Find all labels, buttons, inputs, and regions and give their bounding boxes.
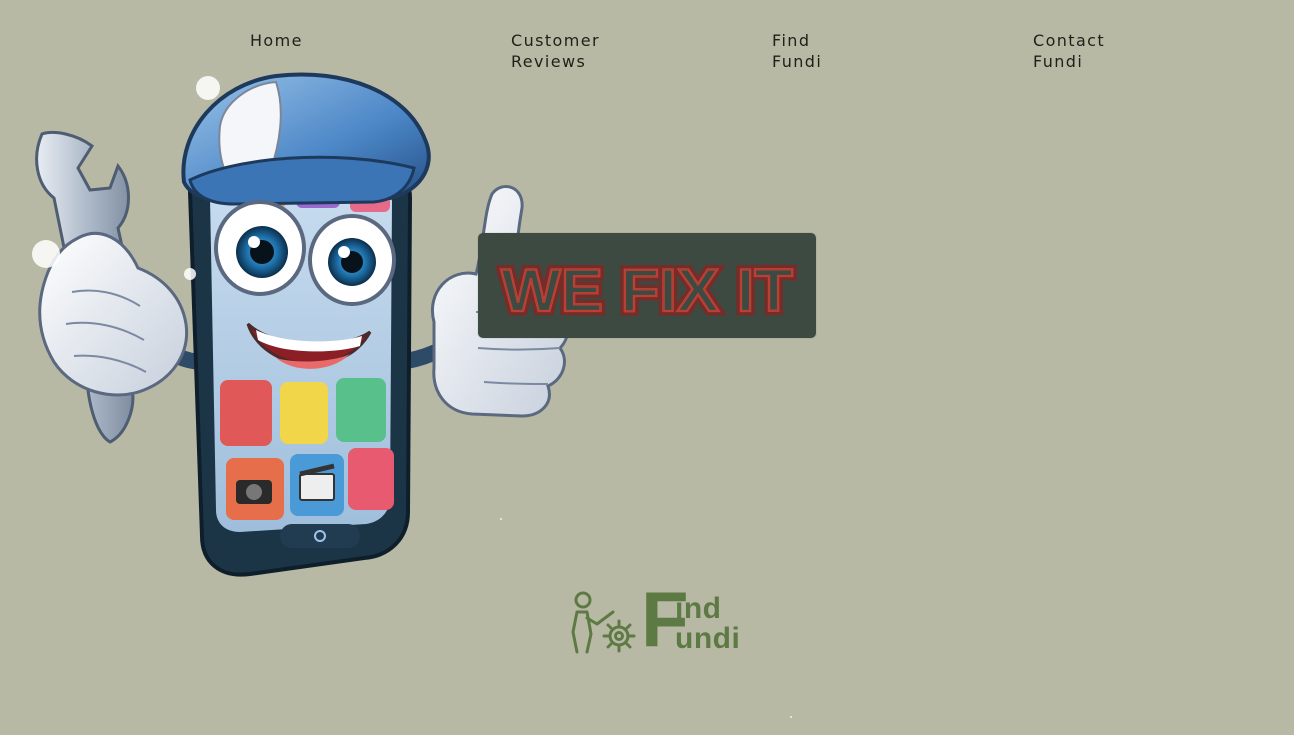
banner-text-inner: WE FIX IT [501,257,793,324]
nav-reviews-label-line1: Customer [511,31,600,50]
we-fix-it-banner: WE FIX IT WE FIX IT WE FIX IT [478,233,816,338]
nav-contact-label-line2: Fundi [1033,52,1084,71]
nav-contact-fundi-link[interactable]: Contact Fundi [1033,30,1143,72]
cap-icon [181,72,431,206]
find-fundi-logo[interactable]: F ind undi [563,580,749,658]
worker-gear-icon [571,591,636,654]
sparkle-dot [790,716,792,718]
logo-word-undi: undi [675,622,741,655]
nav-contact-label-line1: Contact [1033,31,1106,50]
page: Home Customer Reviews Find Fundi Contact… [0,0,1294,735]
nav-find-label-line1: Find [772,31,811,50]
banner-art: WE FIX IT WE FIX IT WE FIX IT [497,253,798,329]
nav-find-label-line2: Fundi [772,52,823,71]
sparkle-dot [500,518,502,520]
nav-home-link[interactable]: Home [250,30,360,51]
logo-word-ind: ind [675,592,722,625]
nav-home-label: Home [250,31,303,50]
nav-find-fundi-link[interactable]: Find Fundi [772,30,882,72]
left-glove-icon [38,232,189,397]
